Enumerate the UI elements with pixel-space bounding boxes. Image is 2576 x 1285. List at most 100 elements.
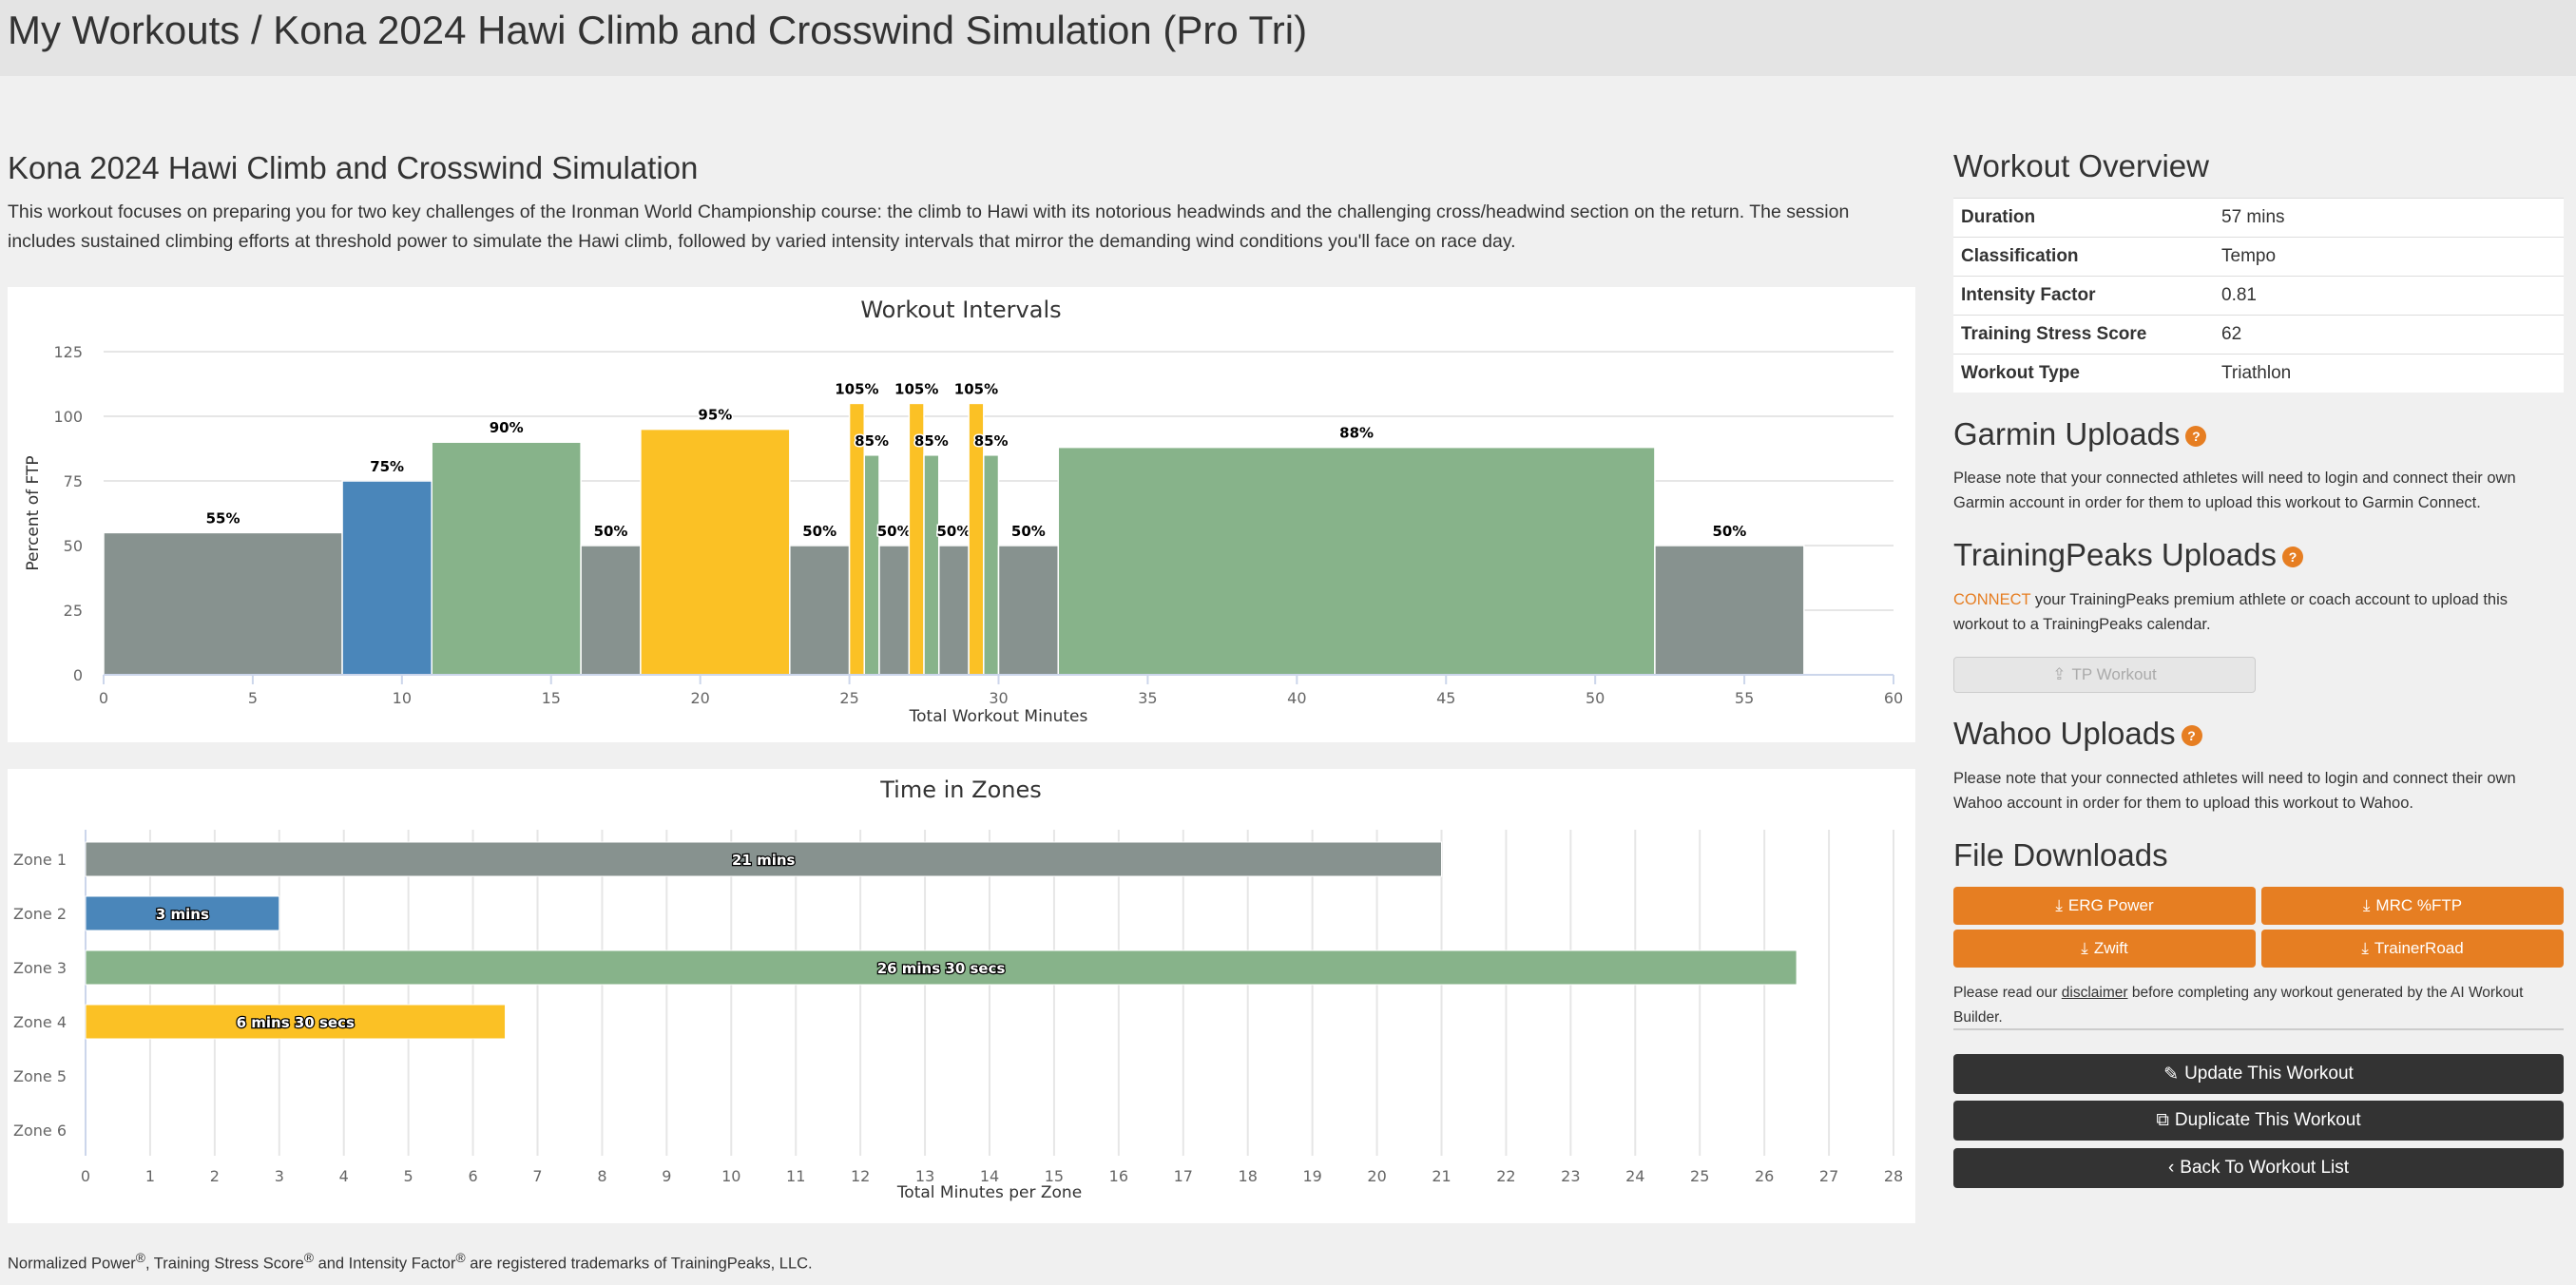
chart-title: Workout Intervals — [860, 297, 1061, 323]
x-tick-label: 0 — [99, 689, 108, 707]
interval-label: 85% — [974, 432, 1009, 450]
zone-bar-label: 26 mins 30 secs — [877, 960, 1006, 977]
x-tick-label: 24 — [1625, 1167, 1644, 1185]
button-label: MRC %FTP — [2375, 896, 2463, 914]
x-tick-label: 25 — [1690, 1167, 1709, 1185]
interval-label: 50% — [1712, 523, 1746, 540]
x-tick-label: 16 — [1109, 1167, 1128, 1185]
help-icon[interactable]: ? — [2185, 426, 2207, 448]
x-tick-label: 15 — [542, 689, 561, 707]
erg-power-button[interactable]: ⤓ ERG Power — [1953, 887, 2256, 925]
tp-text-body: your TrainingPeaks premium athlete or co… — [1953, 591, 2508, 633]
chart-title: Time in Zones — [879, 777, 1041, 803]
page-header: My Workouts / Kona 2024 Hawi Climb and C… — [0, 0, 2576, 76]
row-label: Training Stress Score — [1953, 315, 2214, 355]
y-tick-label: 0 — [73, 666, 83, 684]
garmin-text: Please note that your connected athletes… — [1953, 470, 2516, 511]
trainerroad-button[interactable]: ⤓ TrainerRoad — [2261, 930, 2564, 968]
x-tick-label: 22 — [1496, 1167, 1515, 1185]
table-row: Intensity Factor 0.81 — [1953, 276, 2564, 316]
x-tick-label: 23 — [1561, 1167, 1580, 1185]
x-tick-label: 30 — [989, 689, 1008, 707]
x-tick-label: 18 — [1239, 1167, 1258, 1185]
interval-bar — [878, 545, 911, 676]
interval-label: 88% — [1339, 425, 1374, 442]
help-icon[interactable]: ? — [2181, 725, 2202, 747]
time-in-zones-chart: Time in Zones 0 1 2 3 4 5 6 7 8 9 10 11 12 13 14 15 16 17 1… — [8, 769, 1915, 1223]
zone-label: Zone 6 — [13, 1122, 67, 1140]
overview-heading: Workout Overview — [1953, 148, 2209, 183]
x-tick-label: 20 — [690, 689, 709, 707]
chevron-left-icon: ‹ — [2167, 1158, 2175, 1178]
button-label: Duplicate This Workout — [2174, 1110, 2361, 1130]
x-tick-label: 26 — [1755, 1167, 1774, 1185]
update-workout-button[interactable]: ✎ Update This Workout — [1953, 1054, 2564, 1094]
table-row: Workout Type Triathlon — [1953, 354, 2564, 393]
duplicate-workout-button[interactable]: ⧉ Duplicate This Workout — [1953, 1101, 2564, 1141]
edit-icon: ✎ — [2163, 1064, 2180, 1084]
interval-bar — [1654, 545, 1805, 676]
interval-bar — [789, 545, 851, 676]
download-icon: ⤓ — [2055, 896, 2063, 914]
zone-label: Zone 2 — [13, 905, 67, 923]
workout-title: Kona 2024 Hawi Climb and Crosswind Simul… — [8, 150, 699, 185]
tp-title: TrainingPeaks Uploads — [1953, 537, 2277, 572]
x-axis-label: Total Minutes per Zone — [896, 1183, 1082, 1202]
interval-label: 50% — [877, 523, 912, 540]
overview-table: Duration 57 mins Classification Tempo Inte… — [1953, 198, 2564, 393]
interval-bar — [997, 545, 1060, 676]
breadcrumb-title: My Workouts / Kona 2024 Hawi Climb and C… — [8, 8, 1308, 52]
download-icon: ⤓ — [2362, 896, 2371, 914]
interval-label: 105% — [835, 380, 878, 397]
x-tick-label: 9 — [662, 1167, 671, 1185]
x-axis-label: Total Workout Minutes — [909, 707, 1088, 726]
tp-heading: TrainingPeaks Uploads? — [1953, 537, 2303, 573]
interval-label: 105% — [894, 380, 938, 397]
y-tick-label: 75 — [64, 472, 83, 490]
y-tick-label: 50 — [64, 537, 83, 555]
connect-link[interactable]: CONNECT — [1953, 591, 2030, 608]
divider — [1953, 1028, 2564, 1030]
wahoo-title: Wahoo Uploads — [1953, 716, 2176, 751]
trademark-footer: Normalized Power®, Training Stress Score… — [8, 1251, 813, 1274]
footer-if: and Intensity Factor — [313, 1255, 456, 1273]
x-tick-label: 21 — [1432, 1167, 1451, 1185]
upload-icon: ⇪ — [2052, 665, 2067, 683]
copy-icon: ⧉ — [2156, 1110, 2169, 1130]
interval-bar — [983, 454, 1000, 676]
reg-mark: ® — [455, 1251, 466, 1265]
y-axis-label: Percent of FTP — [24, 455, 43, 570]
tp-workout-button[interactable]: ⇪ TP Workout — [1953, 657, 2256, 693]
interval-label: 105% — [954, 380, 998, 397]
zone-label: Zone 5 — [13, 1067, 67, 1085]
table-row: Classification Tempo — [1953, 237, 2564, 277]
row-label: Classification — [1953, 237, 2214, 277]
x-tick-label: 3 — [275, 1167, 284, 1185]
workout-intervals-chart: Workout Intervals 0 25 50 75 100 125 55% 75% 90% 5… — [8, 287, 1915, 742]
interval-bar — [937, 545, 970, 676]
x-tick-label: 12 — [851, 1167, 870, 1185]
back-to-list-button[interactable]: ‹ Back To Workout List — [1953, 1148, 2564, 1188]
interval-label: 50% — [802, 523, 836, 540]
x-tick-label: 1 — [145, 1167, 155, 1185]
zone-bar-label: 21 mins — [732, 852, 796, 869]
help-icon[interactable]: ? — [2281, 547, 2303, 568]
x-tick-label: 17 — [1174, 1167, 1193, 1185]
row-value: 62 — [2214, 315, 2564, 355]
mrc-ftp-button[interactable]: ⤓ MRC %FTP — [2261, 887, 2564, 925]
interval-bar — [431, 441, 582, 676]
button-label: Back To Workout List — [2180, 1158, 2350, 1178]
tp-button-label: TP Workout — [2071, 665, 2157, 683]
disclaimer-text: Please read our disclaimer before comple… — [1953, 981, 2564, 1030]
table-row: Duration 57 mins — [1953, 198, 2564, 238]
reg-mark: ® — [303, 1251, 314, 1265]
disclaimer-link[interactable]: disclaimer — [2062, 985, 2128, 1001]
interval-bar — [580, 545, 642, 676]
zwift-button[interactable]: ⤓ Zwift — [1953, 930, 2256, 968]
garmin-heading: Garmin Uploads? — [1953, 416, 2207, 452]
y-tick-label: 25 — [64, 602, 83, 620]
zone-label: Zone 3 — [13, 959, 67, 977]
row-value: 57 mins — [2214, 198, 2564, 238]
x-tick-label: 2 — [210, 1167, 220, 1185]
x-tick-label: 28 — [1884, 1167, 1903, 1185]
